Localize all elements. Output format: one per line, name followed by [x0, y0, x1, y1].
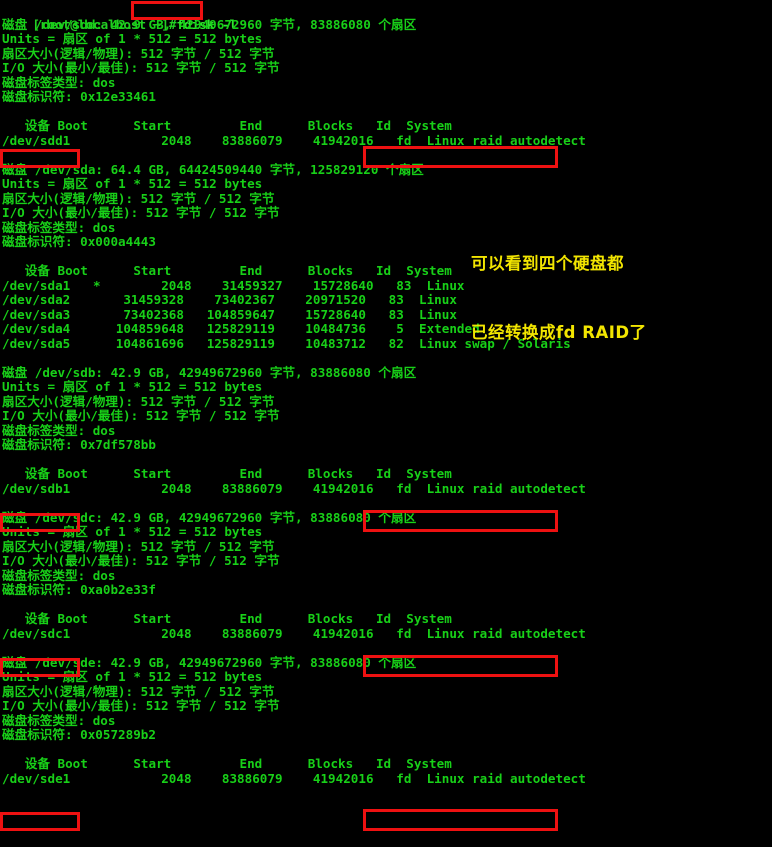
terminal-line: I/O 大小(最小/最佳): 512 字节 / 512 字节 — [2, 408, 280, 423]
terminal-line: 磁盘标签类型: dos — [2, 712, 116, 728]
terminal-line: 磁盘标签类型: dos — [2, 74, 116, 90]
terminal-line: 设备 Boot Start End Blocks Id System — [2, 466, 452, 481]
terminal-line: /dev/sdc1 2048 83886079 41942016 fd Linu… — [2, 625, 586, 641]
terminal-line: Units = 扇区 of 1 * 512 = 512 bytes — [2, 176, 263, 191]
terminal-line: /dev/sdb1 2048 83886079 41942016 fd Linu… — [2, 480, 586, 496]
terminal-line: I/O 大小(最小/最佳): 512 字节 / 512 字节 — [2, 60, 280, 75]
terminal-line: 磁盘 /dev/sda: 64.4 GB, 64424509440 字节, 12… — [2, 161, 424, 177]
annotation-line-1: 可以看到四个硬盘都 — [471, 254, 624, 273]
terminal-line: 扇区大小(逻辑/物理): 512 字节 / 512 字节 — [2, 393, 275, 409]
terminal-line: 磁盘 /dev/sde: 42.9 GB, 42949672960 字节, 83… — [2, 654, 417, 670]
terminal-line: 磁盘标签类型: dos — [2, 567, 116, 583]
terminal-line: 扇区大小(逻辑/物理): 512 字节 / 512 字节 — [2, 45, 275, 61]
terminal-output: [root@localhost ~]#fdisk -l 磁盘 /dev/sdd:… — [0, 0, 772, 847]
annotation-line-2: 已经转换成fd RAID了 — [471, 323, 647, 342]
terminal-line: Units = 扇区 of 1 * 512 = 512 bytes — [2, 669, 263, 684]
terminal-line: 扇区大小(逻辑/物理): 512 字节 / 512 字节 — [2, 190, 275, 206]
terminal-line: 磁盘 /dev/sdb: 42.9 GB, 42949672960 字节, 83… — [2, 364, 417, 380]
terminal-line: 磁盘 /dev/sdd: 42.9 GB, 42949672960 字节, 83… — [2, 16, 417, 32]
terminal-line: I/O 大小(最小/最佳): 512 字节 / 512 字节 — [2, 698, 280, 713]
terminal-line: 磁盘标识符: 0x12e33461 — [2, 89, 156, 104]
terminal-line: Units = 扇区 of 1 * 512 = 512 bytes — [2, 524, 263, 539]
terminal-line: 设备 Boot Start End Blocks Id System — [2, 611, 452, 626]
terminal-line: 磁盘 /dev/sdc: 42.9 GB, 42949672960 字节, 83… — [2, 509, 417, 525]
fdisk-output: 磁盘 /dev/sdd: 42.9 GB, 42949672960 字节, 83… — [2, 16, 772, 787]
terminal-line: 磁盘标识符: 0xa0b2e33f — [2, 582, 156, 597]
terminal-line: Units = 扇区 of 1 * 512 = 512 bytes — [2, 379, 263, 394]
terminal-line: I/O 大小(最小/最佳): 512 字节 / 512 字节 — [2, 553, 280, 568]
command-line: [root@localhost ~]#fdisk -l — [2, 3, 772, 32]
terminal-line: 磁盘标签类型: dos — [2, 422, 116, 438]
terminal-line: /dev/sde1 2048 83886079 41942016 fd Linu… — [2, 770, 586, 786]
terminal-line: 磁盘标识符: 0x057289b2 — [2, 727, 156, 742]
terminal-line: /dev/sdd1 2048 83886079 41942016 fd Linu… — [2, 132, 586, 148]
terminal-line: Units = 扇区 of 1 * 512 = 512 bytes — [2, 31, 263, 46]
terminal-line: 扇区大小(逻辑/物理): 512 字节 / 512 字节 — [2, 683, 275, 699]
terminal-line: 磁盘标识符: 0x7df578bb — [2, 437, 156, 452]
terminal-line: 扇区大小(逻辑/物理): 512 字节 / 512 字节 — [2, 538, 275, 554]
terminal-line: 设备 Boot Start End Blocks Id System — [2, 118, 452, 133]
terminal-line: 设备 Boot Start End Blocks Id System — [2, 756, 452, 771]
annotation-note: 可以看到四个硬盘都 已经转换成fd RAID了 — [471, 206, 761, 367]
